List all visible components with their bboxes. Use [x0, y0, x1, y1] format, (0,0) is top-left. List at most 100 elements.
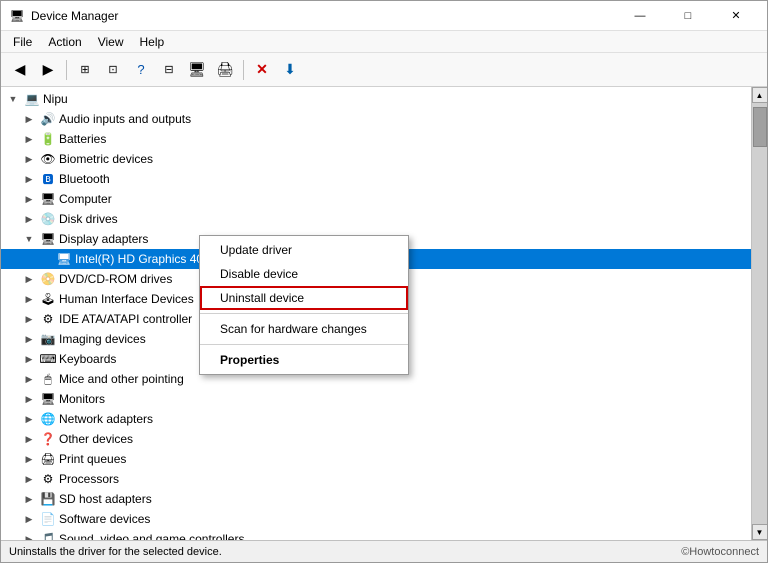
minimize-button[interactable]: —: [617, 2, 663, 30]
item-label: Batteries: [59, 132, 106, 146]
remove-device-button[interactable]: ✕: [249, 57, 275, 83]
expand-icon: ▶: [21, 491, 37, 507]
item-label: Other devices: [59, 432, 133, 446]
expand-icon: ▶: [21, 471, 37, 487]
list-item[interactable]: ▶ 💿 Disk drives: [1, 209, 751, 229]
list-item[interactable]: ▶ 📄 Software devices: [1, 509, 751, 529]
hid-icon: 🕹: [40, 291, 56, 307]
keyboard-icon: ⌨: [40, 351, 56, 367]
title-bar: 🖥 Device Manager — □ ✕: [1, 1, 767, 31]
expand-icon: ▶: [21, 311, 37, 327]
print-button[interactable]: 🖨: [212, 57, 238, 83]
menu-bar: File Action View Help: [1, 31, 767, 53]
menu-view[interactable]: View: [90, 33, 132, 51]
item-label: Audio inputs and outputs: [59, 112, 191, 126]
toolbar-separator-1: [66, 60, 67, 80]
menu-help[interactable]: Help: [132, 33, 173, 51]
item-label: IDE ATA/ATAPI controller: [59, 312, 192, 326]
display-icon: 🖥: [40, 231, 56, 247]
battery-icon: 🔋: [40, 131, 56, 147]
update-driver-button[interactable]: ⊡: [100, 57, 126, 83]
list-item[interactable]: ▶ 🖨 Print queues: [1, 449, 751, 469]
graphics-icon: 🖥: [56, 251, 72, 267]
scroll-thumb[interactable]: [753, 107, 767, 147]
menu-file[interactable]: File: [5, 33, 40, 51]
item-label: Print queues: [59, 452, 126, 466]
list-item[interactable]: ▶ 👁 Biometric devices: [1, 149, 751, 169]
item-label: Network adapters: [59, 412, 153, 426]
expand-icon: ▶: [21, 111, 37, 127]
expand-icon: ▶: [21, 291, 37, 307]
expand-icon: ▼: [21, 231, 37, 247]
software-icon: 📄: [40, 511, 56, 527]
item-label: Biometric devices: [59, 152, 153, 166]
ctx-properties[interactable]: Properties: [200, 348, 408, 372]
item-label: DVD/CD-ROM drives: [59, 272, 172, 286]
expand-icon: ▶: [21, 331, 37, 347]
expand-icon: ▶: [21, 371, 37, 387]
sound-icon: 🎵: [40, 531, 56, 540]
title-controls: — □ ✕: [617, 2, 759, 30]
ctx-separator-2: [200, 344, 408, 345]
expand-icon: ▶: [21, 351, 37, 367]
list-item[interactable]: ▶ 🖥 Computer: [1, 189, 751, 209]
tree-root[interactable]: ▼ 💻 Nipu: [1, 89, 751, 109]
scroll-down-button[interactable]: ▼: [752, 524, 768, 540]
ctx-scan-hardware[interactable]: Scan for hardware changes: [200, 317, 408, 341]
computer-icon: 💻: [24, 91, 40, 107]
root-label: Nipu: [43, 92, 68, 106]
scroll-up-button[interactable]: ▲: [752, 87, 768, 103]
item-label: Sound, video and game controllers: [59, 532, 244, 540]
back-button[interactable]: ◀: [7, 57, 33, 83]
list-item[interactable]: ▶ 🅱 Bluetooth: [1, 169, 751, 189]
selected-label: Intel(R) HD Graphics 4000: [75, 252, 216, 266]
expand-icon: ▶: [21, 171, 37, 187]
content-area: ▼ 💻 Nipu ▶ 🔊 Audio inputs and outputs ▶ …: [1, 87, 767, 540]
status-message: Uninstalls the driver for the selected d…: [9, 546, 222, 558]
item-label: Computer: [59, 192, 112, 206]
help-button[interactable]: ?: [128, 57, 154, 83]
item-label: Monitors: [59, 392, 105, 406]
properties-button[interactable]: ⊞: [72, 57, 98, 83]
view-button[interactable]: ⊟: [156, 57, 182, 83]
list-item[interactable]: ▶ ❓ Other devices: [1, 429, 751, 449]
install-button[interactable]: ⬇: [277, 57, 303, 83]
mouse-icon: 🖱: [40, 371, 56, 387]
expand-icon: ▶: [21, 391, 37, 407]
menu-action[interactable]: Action: [40, 33, 89, 51]
biometric-icon: 👁: [40, 151, 56, 167]
expand-icon: ▶: [21, 411, 37, 427]
root-expander: ▼: [5, 91, 21, 107]
ctx-uninstall-device[interactable]: Uninstall device: [200, 286, 408, 310]
list-item[interactable]: ▶ 🌐 Network adapters: [1, 409, 751, 429]
expand-icon: ▶: [21, 211, 37, 227]
list-item[interactable]: ▶ 🔋 Batteries: [1, 129, 751, 149]
scroll-track[interactable]: [752, 103, 768, 524]
monitor-icon: 🖥: [40, 391, 56, 407]
list-item[interactable]: ▶ 🔊 Audio inputs and outputs: [1, 109, 751, 129]
imaging-icon: 📷: [40, 331, 56, 347]
scan-hardware-button[interactable]: 🖥: [184, 57, 210, 83]
close-button[interactable]: ✕: [713, 2, 759, 30]
list-item[interactable]: ▶ ⚙ Processors: [1, 469, 751, 489]
expand-icon: ▶: [21, 151, 37, 167]
processor-icon: ⚙: [40, 471, 56, 487]
ctx-disable-device[interactable]: Disable device: [200, 262, 408, 286]
toolbar-separator-2: [243, 60, 244, 80]
scrollbar[interactable]: ▲ ▼: [751, 87, 767, 540]
expand-icon: ▶: [21, 271, 37, 287]
computer-icon: 🖥: [40, 191, 56, 207]
item-label: Human Interface Devices: [59, 292, 194, 306]
toolbar: ◀ ▶ ⊞ ⊡ ? ⊟ 🖥 🖨 ✕ ⬇: [1, 53, 767, 87]
audio-icon: 🔊: [40, 111, 56, 127]
expand-icon: ▶: [21, 451, 37, 467]
list-item[interactable]: ▶ 🎵 Sound, video and game controllers: [1, 529, 751, 540]
forward-button[interactable]: ▶: [35, 57, 61, 83]
list-item[interactable]: ▶ 💾 SD host adapters: [1, 489, 751, 509]
maximize-button[interactable]: □: [665, 2, 711, 30]
ide-icon: ⚙: [40, 311, 56, 327]
list-item[interactable]: ▶ 🖥 Monitors: [1, 389, 751, 409]
ctx-update-driver[interactable]: Update driver: [200, 238, 408, 262]
other-icon: ❓: [40, 431, 56, 447]
expand-icon: ▶: [21, 131, 37, 147]
